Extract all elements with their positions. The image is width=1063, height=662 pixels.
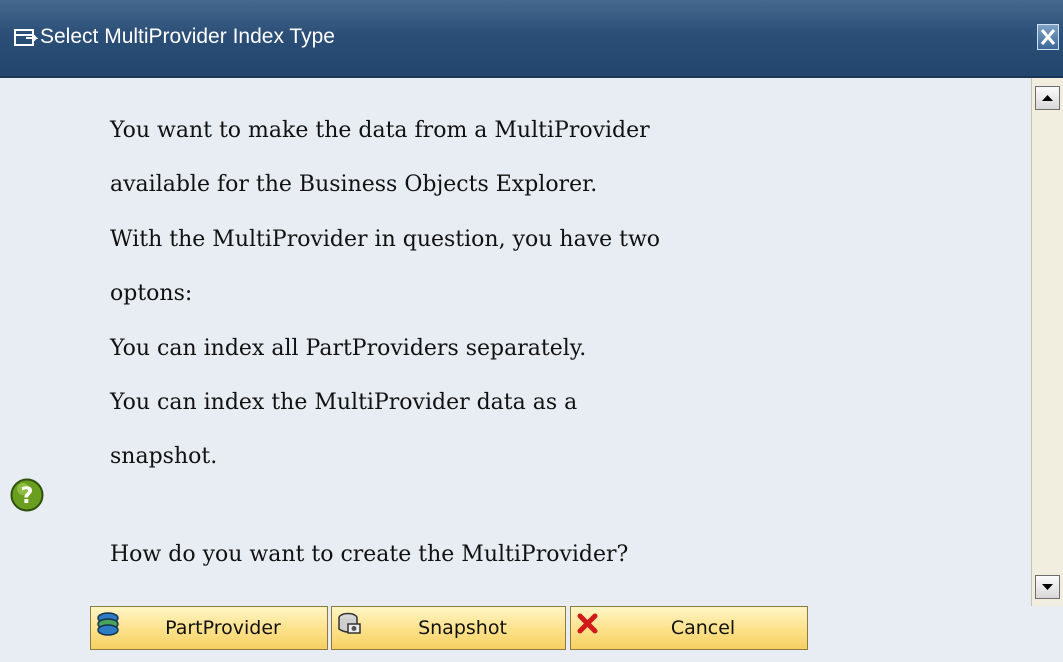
dialog-window: Select MultiProvider Index Type You want… [0, 0, 1063, 662]
title-bar[interactable]: Select MultiProvider Index Type [0, 0, 1063, 78]
snapshot-button[interactable]: Snapshot [331, 606, 566, 650]
question-icon: ? [10, 478, 44, 512]
partprovider-label: PartProvider [165, 617, 281, 639]
cancel-x-icon [573, 609, 603, 639]
window-title: Select MultiProvider Index Type [40, 25, 335, 48]
snapshot-icon [334, 609, 364, 639]
message-line: available for the Business Objects Explo… [110, 172, 598, 197]
button-bar: PartProvider Snapshot Cancel [0, 606, 1063, 662]
message-line: With the MultiProvider in question, you … [110, 227, 661, 252]
arrow-up-icon [1036, 95, 1059, 113]
arrow-down-icon [1036, 584, 1059, 602]
message-area: You want to make the data from a MultiPr… [0, 78, 1031, 606]
vertical-scrollbar[interactable] [1031, 78, 1063, 608]
snapshot-label: Snapshot [418, 617, 507, 639]
close-icon [1038, 29, 1058, 53]
scroll-up-button[interactable] [1035, 86, 1060, 110]
cancel-button[interactable]: Cancel [570, 606, 808, 650]
svg-text:?: ? [21, 484, 34, 509]
close-button[interactable] [1037, 24, 1059, 50]
message-line: You can index all PartProviders separate… [110, 336, 587, 361]
message-line: optons: [110, 281, 193, 306]
cancel-label: Cancel [670, 617, 736, 639]
message-line: snapshot. [110, 444, 218, 469]
partprovider-icon [93, 609, 123, 639]
partprovider-button[interactable]: PartProvider [90, 606, 328, 650]
dialog-icon [14, 28, 39, 48]
scroll-down-button[interactable] [1035, 575, 1060, 599]
message-line: You can index the MultiProvider data as … [110, 390, 578, 415]
message-line: You want to make the data from a MultiPr… [110, 118, 650, 143]
question-text: How do you want to create the MultiProvi… [110, 542, 629, 567]
